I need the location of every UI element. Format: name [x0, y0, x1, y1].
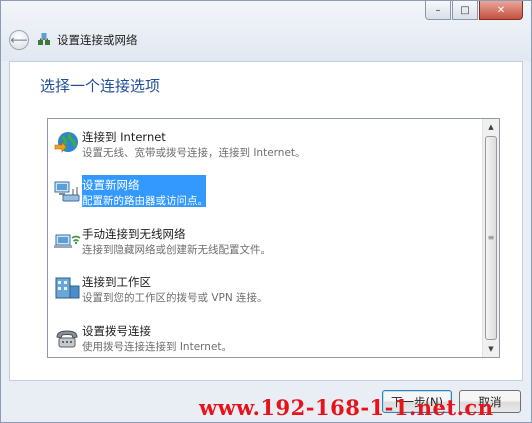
internet-globe-icon — [54, 132, 78, 153]
option-description: 设置无线、宽带或拨号连接，连接到 Internet。 — [82, 147, 306, 159]
option-description: 设置到您的工作区的拨号或 VPN 连接。 — [82, 292, 268, 304]
option-title: 手动连接到无线网络 — [82, 227, 186, 241]
wireless-network-icon — [54, 234, 81, 248]
minimize-button[interactable]: – — [425, 1, 451, 20]
option-setup-dialup[interactable]: 设置拨号连接 使用拨号连接连接到 Internet。 — [50, 314, 482, 362]
window-controls: – □ ✕ — [425, 1, 523, 21]
scroll-down-icon: ▼ — [488, 345, 494, 353]
page-heading: 选择一个连接选项 — [40, 77, 161, 95]
scroll-up-button[interactable]: ▲ — [483, 119, 499, 135]
scroll-down-button[interactable]: ▼ — [483, 341, 499, 357]
option-title: 连接到工作区 — [82, 275, 151, 289]
option-setup-new-network[interactable]: 设置新网络 配置新的路由器或访问点。 — [50, 168, 482, 216]
content-panel: 选择一个连接选项 连接到 Internet 设置无线、宽带或拨号连接，连接到 I… — [9, 61, 523, 381]
back-button[interactable]: ⟵ — [9, 30, 29, 50]
option-title: 设置拨号连接 — [82, 324, 151, 338]
back-arrow-icon: ⟵ — [10, 33, 28, 47]
option-description: 配置新的路由器或访问点。 — [82, 195, 208, 207]
connection-options-list[interactable]: 连接到 Internet 设置无线、宽带或拨号连接，连接到 Internet。 … — [47, 118, 500, 358]
network-setup-icon — [38, 33, 50, 45]
workplace-icon — [55, 277, 80, 299]
dialup-phone-icon — [56, 330, 78, 348]
title-bar: – □ ✕ ⟵ 设置连接或网络 — [1, 1, 531, 61]
option-description: 连接到隐藏网络或创建新无线配置文件。 — [82, 244, 271, 256]
window-title: 设置连接或网络 — [57, 33, 138, 47]
new-network-icon — [54, 181, 80, 202]
setup-connection-window: – □ ✕ ⟵ 设置连接或网络 选择一个连接选项 连接到 Internet 设置… — [0, 0, 532, 423]
option-connect-internet[interactable]: 连接到 Internet 设置无线、宽带或拨号连接，连接到 Internet。 — [50, 120, 482, 168]
list-scrollbar[interactable]: ▲ ≡ ▼ — [482, 119, 499, 357]
option-title: 设置新网络 — [82, 178, 140, 192]
option-title: 连接到 Internet — [82, 130, 166, 144]
option-connect-workplace[interactable]: 连接到工作区 设置到您的工作区的拨号或 VPN 连接。 — [50, 265, 482, 313]
option-manual-wireless[interactable]: 手动连接到无线网络 连接到隐藏网络或创建新无线配置文件。 — [50, 217, 482, 265]
grip-icon: ≡ — [487, 233, 495, 242]
scroll-up-icon: ▲ — [488, 123, 494, 131]
option-description: 使用拨号连接连接到 Internet。 — [82, 341, 233, 353]
watermark-text: www.192-168-1-1.net.cn — [199, 395, 494, 420]
scroll-thumb[interactable]: ≡ — [485, 136, 497, 340]
close-button[interactable]: ✕ — [479, 1, 523, 20]
maximize-button[interactable]: □ — [452, 1, 478, 20]
